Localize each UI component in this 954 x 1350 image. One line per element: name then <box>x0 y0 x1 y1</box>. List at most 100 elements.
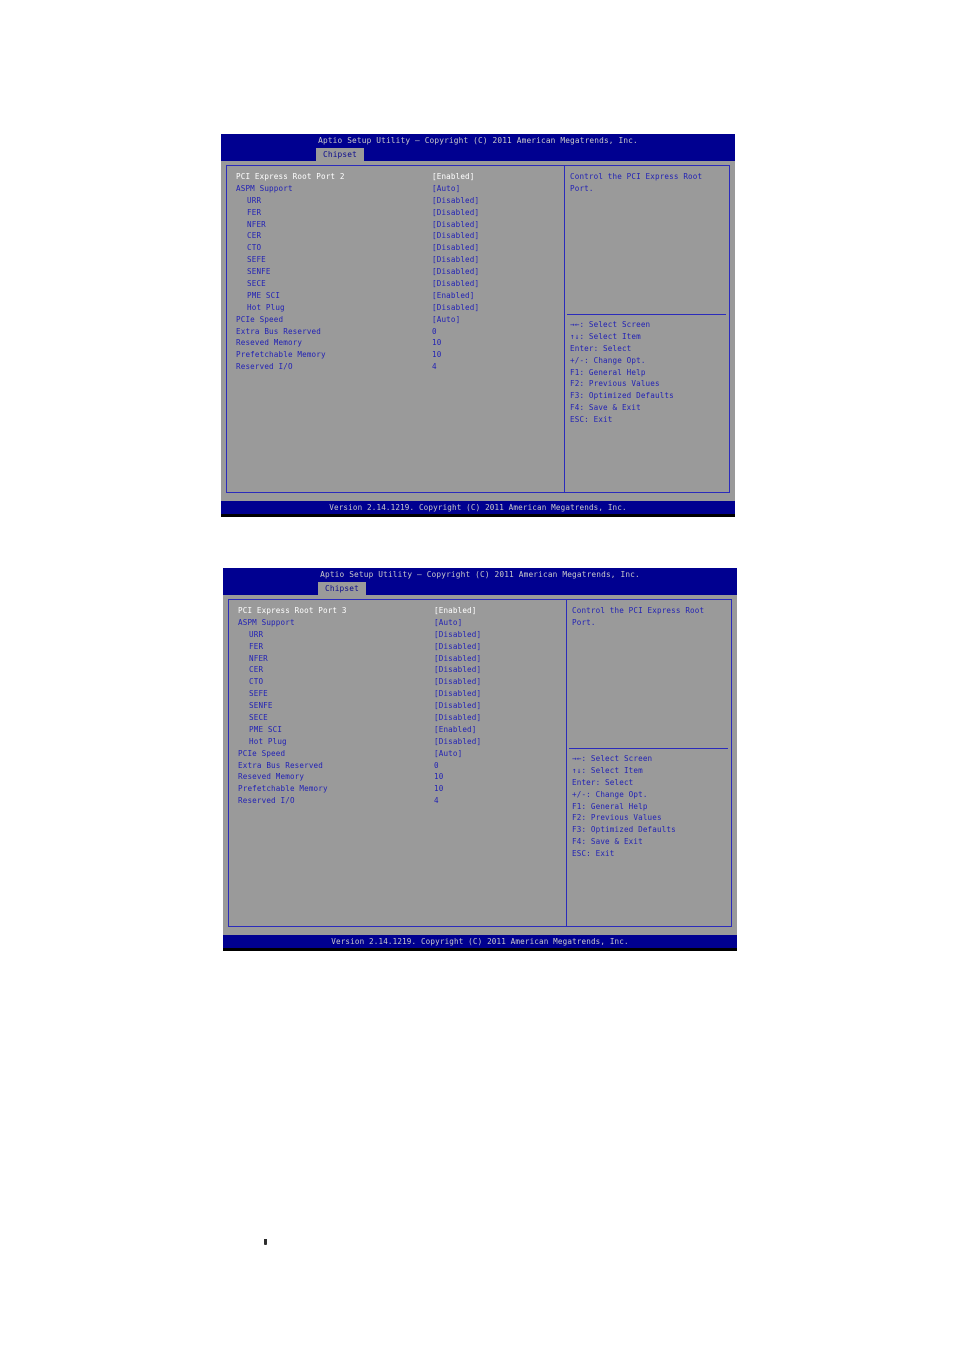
setting-value[interactable]: [Disabled] <box>432 207 479 219</box>
setting-label: Reseved Memory <box>238 772 305 782</box>
setting-row-sefe[interactable]: SEFE [Disabled] <box>236 254 564 266</box>
bios-screenshot-port2: Aptio Setup Utility – Copyright (C) 2011… <box>221 134 735 517</box>
setting-row-hot-plug[interactable]: Hot Plug [Disabled] <box>236 302 564 314</box>
setting-value[interactable]: [Disabled] <box>434 641 481 653</box>
setting-row-pme-sci[interactable]: PME SCI [Enabled] <box>236 290 564 302</box>
setting-row-reserved-io[interactable]: Reserved I/O 4 <box>238 795 566 807</box>
setting-value[interactable]: [Auto] <box>432 183 460 195</box>
setting-row-urr[interactable]: URR [Disabled] <box>238 629 566 641</box>
setting-row-fer[interactable]: FER [Disabled] <box>238 641 566 653</box>
setting-row-cer[interactable]: CER [Disabled] <box>236 230 564 242</box>
document-page: Aptio Setup Utility – Copyright (C) 2011… <box>0 0 954 1350</box>
setting-label: FER <box>247 207 262 217</box>
setting-row-root-port[interactable]: PCI Express Root Port 3 [Enabled] <box>238 605 566 617</box>
key-f2-previous-values: F2: Previous Values <box>572 813 662 823</box>
body-spacer <box>228 927 732 931</box>
setting-row-cto[interactable]: CTO [Disabled] <box>236 242 564 254</box>
setting-value[interactable]: 0 <box>434 760 439 772</box>
setting-row-urr[interactable]: URR [Disabled] <box>236 195 564 207</box>
setting-value[interactable]: [Enabled] <box>434 605 477 617</box>
setting-value[interactable]: [Disabled] <box>434 700 481 712</box>
setting-row-pcie-speed[interactable]: PCIe Speed [Auto] <box>236 314 564 326</box>
setting-row-aspm-support[interactable]: ASPM Support [Auto] <box>238 617 566 629</box>
body-spacer <box>226 493 730 497</box>
setting-value[interactable]: [Disabled] <box>432 302 479 314</box>
setting-value[interactable]: 10 <box>432 349 441 361</box>
setting-row-sece[interactable]: SECE [Disabled] <box>238 712 566 724</box>
setting-value[interactable]: [Disabled] <box>434 664 481 676</box>
setting-value[interactable]: [Disabled] <box>434 676 481 688</box>
page-artifact-mark <box>264 1239 267 1245</box>
setting-value[interactable]: 10 <box>432 337 441 349</box>
tab-chipset[interactable]: Chipset <box>318 582 366 595</box>
setting-value[interactable]: [Disabled] <box>432 230 479 242</box>
setting-row-reserved-memory[interactable]: Reseved Memory 10 <box>238 771 566 783</box>
setting-row-reserved-io[interactable]: Reserved I/O 4 <box>236 361 564 373</box>
setting-row-sefe[interactable]: SEFE [Disabled] <box>238 688 566 700</box>
setting-row-cer[interactable]: CER [Disabled] <box>238 664 566 676</box>
key-f1-general-help: F1: General Help <box>572 801 648 811</box>
setting-value[interactable]: [Disabled] <box>432 195 479 207</box>
setting-row-reserved-memory[interactable]: Reseved Memory 10 <box>236 337 564 349</box>
setting-row-nfer[interactable]: NFER [Disabled] <box>236 219 564 231</box>
setting-label: PCI Express Root Port 2 <box>236 172 345 181</box>
setting-row-root-port[interactable]: PCI Express Root Port 2 [Enabled] <box>236 171 564 183</box>
setting-value[interactable]: [Disabled] <box>434 629 481 641</box>
setting-label: CER <box>249 665 264 675</box>
key-f3-optimized-defaults: F3: Optimized Defaults <box>572 825 676 835</box>
setting-label: SENFE <box>247 267 271 277</box>
setting-row-cto[interactable]: CTO [Disabled] <box>238 676 566 688</box>
setting-row-pme-sci[interactable]: PME SCI [Enabled] <box>238 724 566 736</box>
setting-row-aspm-support[interactable]: ASPM Support [Auto] <box>236 183 564 195</box>
key-f4-save-exit: F4: Save & Exit <box>572 837 643 847</box>
setting-label: PCIe Speed <box>238 748 286 758</box>
setting-value[interactable]: [Disabled] <box>434 736 481 748</box>
tab-chipset[interactable]: Chipset <box>316 148 364 161</box>
help-text: Control the PCI Express Root Port. <box>572 606 705 627</box>
setting-value[interactable]: 0 <box>432 326 437 338</box>
setting-value[interactable]: [Enabled] <box>432 171 475 183</box>
setting-label: CER <box>247 231 262 241</box>
setting-value[interactable]: 10 <box>434 783 443 795</box>
setting-row-prefetchable-memory[interactable]: Prefetchable Memory 10 <box>236 349 564 361</box>
bios-body: PCI Express Root Port 3 [Enabled] ASPM S… <box>223 595 737 935</box>
setting-row-fer[interactable]: FER [Disabled] <box>236 207 564 219</box>
setting-value[interactable]: [Disabled] <box>432 219 479 231</box>
setting-value[interactable]: 10 <box>434 771 443 783</box>
setting-row-nfer[interactable]: NFER [Disabled] <box>238 653 566 665</box>
setting-value[interactable]: [Disabled] <box>432 254 479 266</box>
setting-value[interactable]: [Disabled] <box>434 653 481 665</box>
setting-label: NFER <box>247 219 266 229</box>
setting-value[interactable]: [Auto] <box>434 617 462 629</box>
setting-value[interactable]: [Disabled] <box>434 688 481 700</box>
setting-label: ASPM Support <box>236 183 293 193</box>
setting-row-prefetchable-memory[interactable]: Prefetchable Memory 10 <box>238 783 566 795</box>
setting-row-senfe[interactable]: SENFE [Disabled] <box>236 266 564 278</box>
setting-label: PCIe Speed <box>236 314 284 324</box>
setting-value[interactable]: [Enabled] <box>432 290 475 302</box>
setting-row-sece[interactable]: SECE [Disabled] <box>236 278 564 290</box>
setting-value[interactable]: 4 <box>432 361 437 373</box>
setting-row-pcie-speed[interactable]: PCIe Speed [Auto] <box>238 748 566 760</box>
setting-label: SENFE <box>249 701 273 711</box>
setting-value[interactable]: [Disabled] <box>432 242 479 254</box>
setting-value[interactable]: [Disabled] <box>432 278 479 290</box>
setting-value[interactable]: [Auto] <box>434 748 462 760</box>
setting-label: CTO <box>249 677 264 687</box>
setting-value[interactable]: 4 <box>434 795 439 807</box>
setting-label: ASPM Support <box>238 617 295 627</box>
setting-value[interactable]: [Auto] <box>432 314 460 326</box>
setting-row-senfe[interactable]: SENFE [Disabled] <box>238 700 566 712</box>
bios-content-frame: PCI Express Root Port 2 [Enabled] ASPM S… <box>226 165 730 493</box>
bios-footer-bar: Version 2.14.1219. Copyright (C) 2011 Am… <box>223 935 737 948</box>
setting-row-hot-plug[interactable]: Hot Plug [Disabled] <box>238 736 566 748</box>
setting-label: SEFE <box>249 689 268 699</box>
setting-label: Prefetchable Memory <box>238 784 328 794</box>
bios-menu-bar: Chipset <box>221 148 735 161</box>
setting-row-extra-bus-reserved[interactable]: Extra Bus Reserved 0 <box>236 326 564 338</box>
setting-value[interactable]: [Disabled] <box>432 266 479 278</box>
setting-row-extra-bus-reserved[interactable]: Extra Bus Reserved 0 <box>238 760 566 772</box>
bios-title-bar: Aptio Setup Utility – Copyright (C) 2011… <box>221 134 735 148</box>
setting-value[interactable]: [Enabled] <box>434 724 477 736</box>
setting-value[interactable]: [Disabled] <box>434 712 481 724</box>
